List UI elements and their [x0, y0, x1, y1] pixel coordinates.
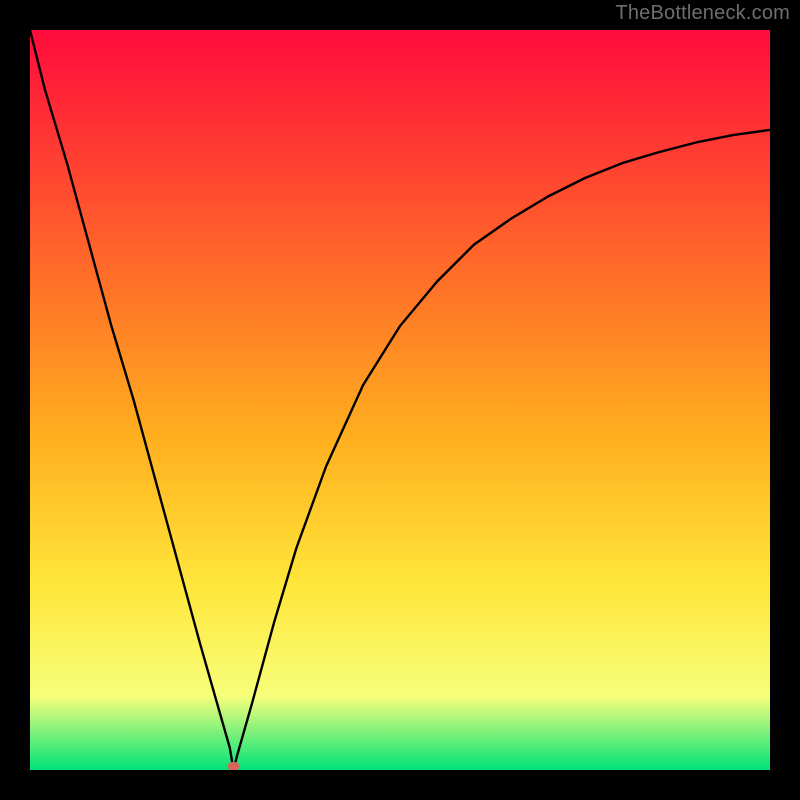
gradient-background [30, 30, 770, 770]
plot-svg [30, 30, 770, 770]
watermark-text: TheBottleneck.com [615, 2, 790, 25]
bottleneck-plot [30, 30, 770, 770]
chart-frame: TheBottleneck.com [0, 0, 800, 800]
